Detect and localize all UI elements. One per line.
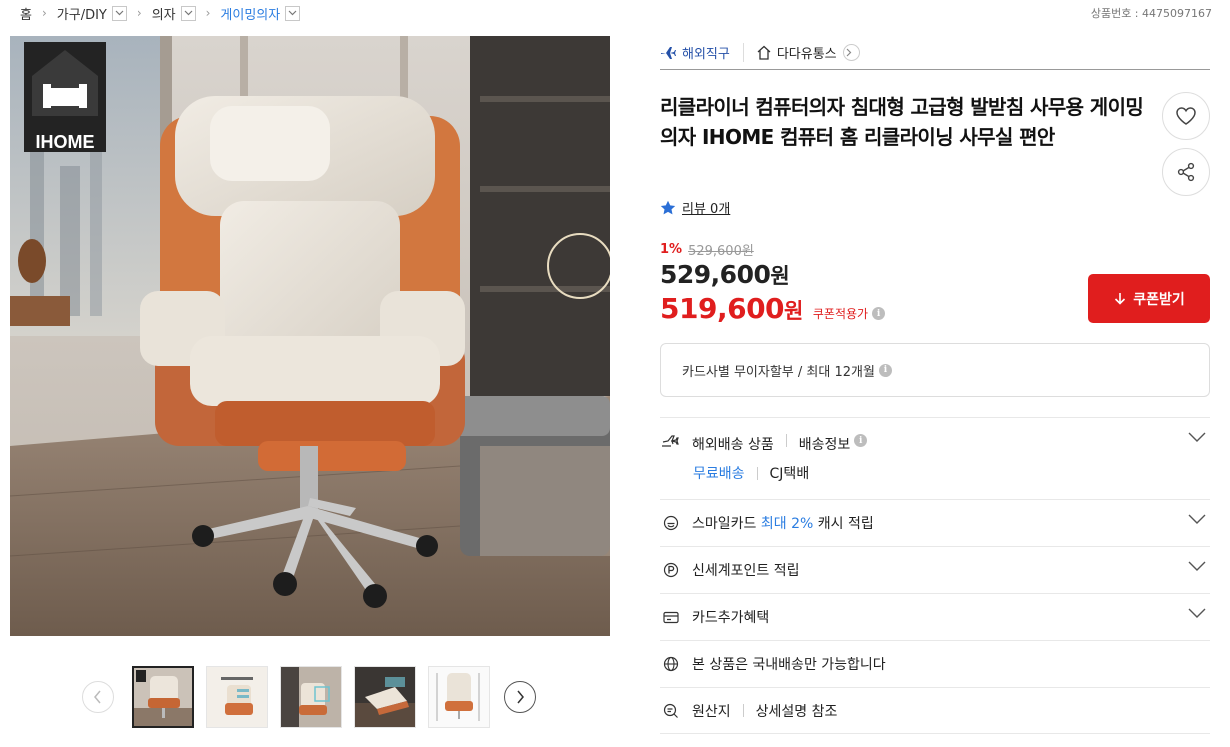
- chevron-right-icon: ›: [136, 6, 142, 20]
- chevron-down-icon[interactable]: [1188, 514, 1206, 524]
- breadcrumb-item-chair[interactable]: › 의자: [127, 4, 196, 23]
- sale-price-value: 529,600: [660, 260, 771, 289]
- airplane-icon: [661, 46, 676, 59]
- product-info-panel: 해외직구 다다유통스 리클라이너 컴퓨터의자 침대형 고급형 발받침 사무용 게…: [660, 36, 1210, 734]
- breadcrumb: 홈 › 가구/DIY › 의자 › 게이밍의자: [20, 4, 301, 23]
- product-number-text: 상품번호 : 4475097167: [1090, 7, 1212, 20]
- breadcrumb-home-label[interactable]: 홈: [20, 4, 32, 23]
- seller-shop-link[interactable]: 다다유통스: [756, 43, 860, 62]
- breadcrumb-label[interactable]: 의자: [152, 4, 176, 23]
- origin-row: 원산지 상세설명 참조: [660, 687, 1210, 734]
- search-doc-icon: [660, 703, 682, 719]
- overseas-direct-badge[interactable]: 해외직구: [660, 43, 744, 62]
- product-number: 상품번호 : 4475097167: [1091, 5, 1212, 21]
- chevron-down-icon[interactable]: [180, 5, 196, 21]
- shipping-info-label: 배송정보: [798, 437, 851, 453]
- divider: [785, 434, 787, 447]
- coupon-applied-text: 쿠폰적용가: [812, 307, 869, 321]
- thumbnail-image[interactable]: [428, 666, 490, 728]
- coupon-applied-label: 쿠폰적용가 i: [812, 305, 886, 322]
- sale-price-unit: 원: [770, 264, 790, 288]
- shipping-type: 해외배송 상품: [692, 437, 774, 453]
- smilecard-suffix: 캐시 적립: [817, 516, 874, 532]
- sale-price: 529,600원: [660, 260, 790, 290]
- info-icon[interactable]: i: [872, 307, 886, 320]
- star-icon: [660, 200, 676, 215]
- breadcrumb-home[interactable]: 홈: [20, 4, 32, 23]
- breadcrumb-item-gaming-chair[interactable]: › 게이밍의자: [196, 4, 301, 23]
- shinsegae-points-label: 신세계포인트 적립: [692, 563, 800, 579]
- original-price: 529,600원: [688, 244, 754, 259]
- chevron-right-icon[interactable]: [842, 44, 860, 61]
- seller-bar: 해외직구 다다유통스: [660, 36, 1210, 70]
- shipping-row[interactable]: 해외배송 상품 배송정보 i 무료배송 CJ택배: [660, 417, 1210, 499]
- domestic-shipping-row: 본 상품은 국내배송만 가능합니다: [660, 640, 1210, 687]
- chevron-left-icon: [94, 690, 101, 704]
- coupon-price: 519,600 원 쿠폰적용가 i: [660, 292, 886, 325]
- coupon-price-value: 519,600: [660, 292, 785, 325]
- chevron-down-icon[interactable]: [1188, 561, 1206, 571]
- share-icon: [1177, 162, 1195, 182]
- chevron-right-icon: ›: [41, 6, 47, 20]
- thumbnail-image[interactable]: [132, 666, 194, 728]
- thumbnail-strip: [82, 664, 542, 730]
- thumbnail-image[interactable]: [354, 666, 416, 728]
- coupon-price-unit: 원: [784, 299, 803, 323]
- thumbnail-image[interactable]: [206, 666, 268, 728]
- chevron-down-icon[interactable]: [1188, 432, 1206, 442]
- thumbnail-image[interactable]: [280, 666, 342, 728]
- chevron-right-icon: ›: [205, 6, 211, 20]
- card-benefits-label: 카드추가혜택: [692, 610, 770, 626]
- free-shipping: 무료배송: [693, 466, 745, 482]
- chevron-down-icon[interactable]: [285, 5, 301, 21]
- get-coupon-button[interactable]: 쿠폰받기: [1088, 274, 1210, 323]
- card-benefits-row[interactable]: 카드추가혜택: [660, 593, 1210, 640]
- heart-icon: [1176, 107, 1196, 125]
- point-icon: [660, 562, 682, 578]
- thumbnail-prev-button[interactable]: [82, 681, 114, 713]
- info-icon[interactable]: i: [854, 434, 868, 447]
- origin-label: 원산지: [692, 703, 731, 720]
- divider: [742, 704, 744, 717]
- shipping-detail: 무료배송 CJ택배: [693, 463, 809, 483]
- shipping-icon: [660, 434, 682, 448]
- get-coupon-label[interactable]: 쿠폰받기: [1133, 289, 1185, 309]
- wishlist-button[interactable]: [1162, 92, 1210, 140]
- chevron-down-icon[interactable]: [1188, 608, 1206, 618]
- download-icon: [1115, 292, 1126, 305]
- domestic-only-notice: 본 상품은 국내배송만 가능합니다: [692, 657, 886, 673]
- breadcrumb-label[interactable]: 게이밍의자: [220, 4, 280, 23]
- smilecard-rate: 최대 2%: [760, 516, 814, 532]
- review-link[interactable]: 리뷰 0개: [682, 198, 730, 217]
- info-icon[interactable]: i: [878, 363, 892, 377]
- smilecard-row[interactable]: 스마일카드 최대 2% 캐시 적립: [660, 499, 1210, 546]
- installment-info: 카드사별 무이자할부 / 최대 12개월 i: [660, 343, 1210, 397]
- card-icon: [660, 611, 682, 624]
- breadcrumb-label[interactable]: 가구/DIY: [57, 4, 107, 23]
- shinsegae-points-row[interactable]: 신세계포인트 적립: [660, 546, 1210, 593]
- breadcrumb-item-furniture[interactable]: › 가구/DIY: [32, 4, 127, 23]
- overseas-direct-label[interactable]: 해외직구: [682, 43, 730, 62]
- origin-value: 상세설명 참조: [755, 703, 838, 720]
- smile-card-icon: [660, 515, 682, 531]
- review-summary: 리뷰 0개: [660, 198, 730, 217]
- smilecard-label: 스마일카드: [692, 516, 757, 532]
- chevron-down-icon[interactable]: [111, 5, 127, 21]
- product-title: 리클라이너 컴퓨터의자 침대형 고급형 발받침 사무용 게이밍 의자 IHOME…: [660, 95, 1144, 149]
- globe-icon: [660, 656, 682, 672]
- main-product-image[interactable]: IHOME: [10, 36, 610, 636]
- seller-shop-name[interactable]: 다다유통스: [777, 43, 837, 62]
- chevron-right-icon: [517, 690, 524, 704]
- benefit-list: 해외배송 상품 배송정보 i 무료배송 CJ택배 스마일카드 최대 2% 캐시 …: [660, 417, 1210, 734]
- ihome-logo-text: IHOME: [35, 132, 94, 152]
- discount-percent: 1%: [660, 242, 683, 257]
- share-button[interactable]: [1162, 148, 1210, 196]
- home-icon: [757, 45, 771, 60]
- courier-name: CJ택배: [769, 466, 810, 482]
- installment-text: 카드사별 무이자할부 / 최대 12개월: [682, 364, 875, 380]
- original-price-line: 1% 529,600원: [660, 240, 754, 259]
- thumbnail-next-button[interactable]: [504, 681, 536, 713]
- divider: [756, 466, 758, 480]
